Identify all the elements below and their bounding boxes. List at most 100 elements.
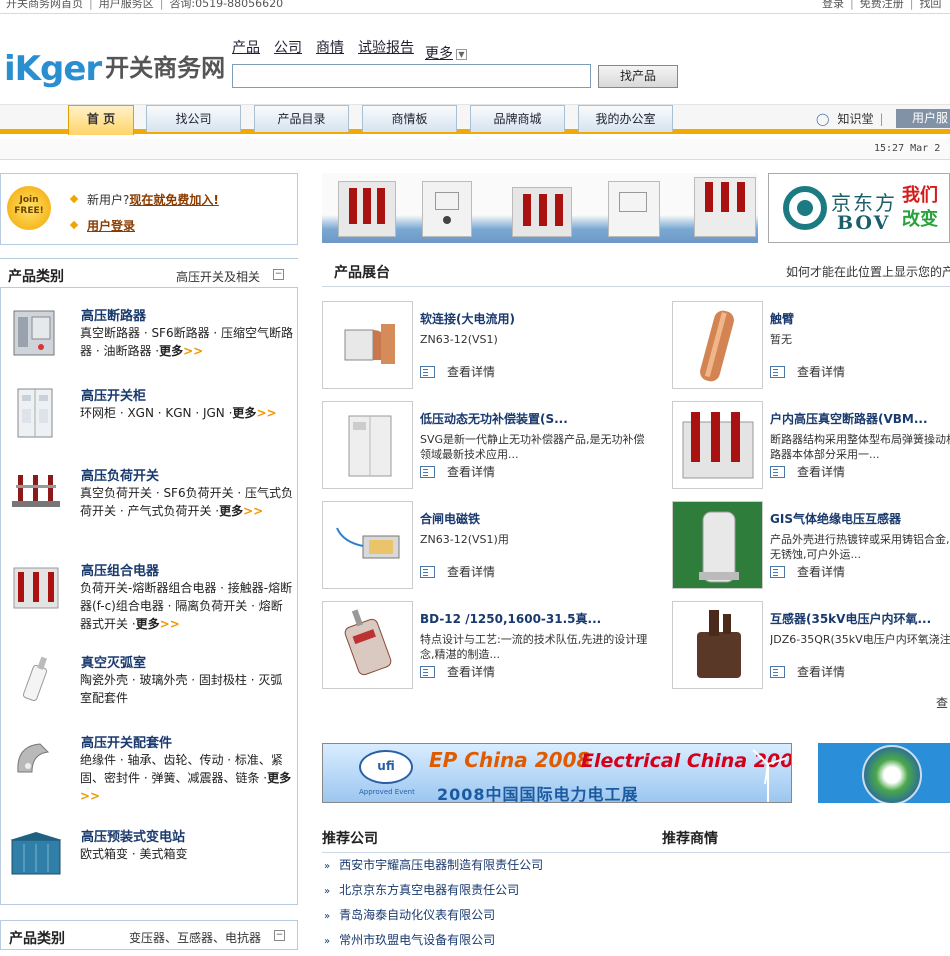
product-thumbnail[interactable] — [322, 301, 413, 389]
search-tab-news[interactable]: 商情 — [316, 40, 344, 56]
search-more[interactable]: 更多 ▼ — [425, 43, 467, 63]
see-more-link[interactable]: 查 — [936, 694, 948, 711]
product-thumbnail[interactable] — [672, 601, 763, 689]
more-link[interactable]: 更多 — [136, 617, 160, 631]
view-details-link[interactable]: 查看详情 — [770, 663, 845, 680]
nav-tab-companies[interactable]: 找公司 — [146, 105, 241, 132]
recover-link[interactable]: 找回 — [919, 0, 941, 10]
globe-banner[interactable] — [818, 743, 950, 803]
category-item-title[interactable]: 高压预装式变电站 — [81, 826, 185, 845]
view-details-link[interactable]: 查看详情 — [420, 563, 495, 580]
category-item-links: 真空断路器 · SF6断路器 · 压缩空气断路器 · 油断路器 ·更多>> — [80, 324, 294, 360]
company-link[interactable]: 北京京东方真空电器有限责任公司 — [339, 883, 519, 897]
company-link[interactable]: 西安市宇耀高压电器制造有限责任公司 — [339, 858, 543, 872]
product-title[interactable]: 互感器(35kV电压户内环氧... — [770, 610, 931, 627]
category-item-links: 欧式箱变 · 美式箱变 — [80, 845, 294, 863]
category-item-links: 陶瓷外壳 · 玻璃外壳 · 固封极柱 · 灭弧室配套件 — [80, 671, 294, 707]
divider — [322, 852, 950, 853]
category-item-title[interactable]: 高压开关柜 — [81, 385, 146, 404]
category-item-title[interactable]: 高压负荷开关 — [81, 465, 159, 484]
substation-image — [10, 832, 62, 875]
more-link[interactable]: 更多 — [159, 344, 183, 358]
category-links-text[interactable]: 欧式箱变 · 美式箱变 — [80, 847, 187, 861]
user-login-link[interactable]: 用户登录 — [87, 219, 135, 233]
compensation-cabinet-image — [348, 415, 392, 477]
search-tab-product[interactable]: 产品 — [232, 40, 260, 56]
category-item-title[interactable]: 高压断路器 — [81, 305, 146, 324]
view-details-label: 查看详情 — [447, 465, 496, 479]
category-links-text[interactable]: 环网柜 · XGN · KGN · JGN · — [80, 406, 232, 420]
user-center-button[interactable]: 用户服 — [896, 109, 950, 128]
find-product-button[interactable]: 找产品 — [598, 65, 678, 88]
category-item: 高压预装式变电站 欧式箱变 · 美式箱变 — [0, 826, 298, 886]
view-details-link[interactable]: 查看详情 — [420, 663, 495, 680]
product-showcase-hint[interactable]: 如何才能在此位置上显示您的产 — [786, 263, 950, 280]
product-title[interactable]: 户内高压真空断路器(VBM... — [770, 410, 928, 427]
product-thumbnail[interactable] — [322, 501, 413, 589]
view-details-link[interactable]: 查看详情 — [770, 563, 845, 580]
more-link[interactable]: 更多 — [267, 771, 291, 785]
double-arrow-icon: >> — [159, 617, 180, 631]
collapse-icon[interactable]: − — [273, 269, 284, 280]
view-details-link[interactable]: 查看详情 — [770, 363, 845, 380]
nav-tab-catalog[interactable]: 产品目录 — [254, 105, 349, 132]
collapse-icon[interactable]: − — [274, 930, 285, 941]
product-title[interactable]: BD-12 /1250,1600-31.5真... — [420, 610, 601, 627]
bov-banner[interactable]: 京东方 BOV 我们 改变 — [768, 173, 950, 243]
home-link[interactable]: 开关商务网首页 — [6, 0, 83, 10]
view-details-link[interactable]: 查看详情 — [420, 363, 495, 380]
join-now-link[interactable]: 现在就免费加入! — [129, 193, 218, 207]
category-links-text[interactable]: 绝缘件 · 轴承、齿轮、传动 · 标准、紧固、密封件 · 弹簧、减震器、链条 · — [80, 753, 283, 785]
product-title[interactable]: 触臂 — [770, 310, 794, 327]
view-details-label: 查看详情 — [447, 365, 496, 379]
expo-banner[interactable]: ufi Approved Event EP China 2008 Electri… — [322, 743, 792, 803]
product-thumbnail[interactable] — [322, 601, 413, 689]
product-card: 户内高压真空断路器(VBM... 断路器结构采用整体型布局弹簧操动机构与断路器本… — [672, 401, 950, 489]
product-card: 软连接(大电流用) ZN63-12(VS1) 查看详情 — [322, 301, 652, 389]
search-input[interactable] — [232, 64, 591, 88]
join-free-badge[interactable]: Join FREE! — [7, 186, 51, 230]
category-links-text[interactable]: 陶瓷外壳 · 玻璃外壳 · 固封极柱 · 灭弧室配套件 — [80, 673, 282, 705]
product-thumbnail[interactable] — [672, 501, 763, 589]
product-title[interactable]: 合闸电磁铁 — [420, 510, 480, 527]
view-details-link[interactable]: 查看详情 — [770, 463, 845, 480]
category-item: 高压断路器 真空断路器 · SF6断路器 · 压缩空气断路器 · 油断路器 ·更… — [0, 305, 298, 385]
vacuum-bottle-image — [344, 609, 392, 676]
recommended-news-title: 推荐商情 — [662, 831, 718, 847]
banner-product-image — [422, 181, 472, 237]
arrow-bullet-icon: » — [324, 861, 331, 872]
view-details-link[interactable]: 查看详情 — [420, 463, 495, 480]
more-link[interactable]: 更多 — [232, 406, 256, 420]
category-links-text[interactable]: 负荷开关-熔断器组合电器 · 接触器-熔断器(f-c)组合电器 · 隔离负荷开关… — [80, 581, 292, 631]
user-service-link[interactable]: 用户服务区 — [99, 0, 154, 10]
search-tab-report[interactable]: 试验报告 — [358, 40, 414, 56]
site-logo[interactable]: iKger 开关商务网 — [4, 48, 225, 89]
knowledge-link[interactable]: ◯ 知识堂 | — [816, 110, 890, 127]
nav-tab-news[interactable]: 商情板 — [362, 105, 457, 132]
product-title[interactable]: GIS气体绝缘电压互感器 — [770, 510, 901, 527]
product-title[interactable]: 软连接(大电流用) — [420, 310, 515, 327]
main-nav: 首 页 找公司 产品目录 商情板 品牌商城 我的办公室 ◯ 知识堂 | 用户服 — [0, 104, 950, 135]
company-link[interactable]: 常州市玖盟电气设备有限公司 — [339, 933, 495, 947]
category-item-title[interactable]: 真空灭弧室 — [81, 652, 146, 671]
nav-tab-home[interactable]: 首 页 — [68, 105, 134, 135]
more-link[interactable]: 更多 — [219, 504, 243, 518]
document-icon — [420, 566, 435, 578]
product-desc: SVG是新一代静止无功补偿器产品,是无功补偿领域最新技术应用... — [420, 433, 645, 461]
category-item-title[interactable]: 高压组合电器 — [81, 560, 159, 579]
login-link[interactable]: 登录 — [822, 0, 844, 10]
banner-product-image — [338, 181, 396, 237]
bov-slogan-1: 我们 — [902, 185, 938, 206]
category-item-title[interactable]: 高压开关配套件 — [81, 732, 172, 751]
product-thumbnail[interactable] — [672, 301, 763, 389]
product-thumbnail[interactable] — [672, 401, 763, 489]
register-link[interactable]: 免费注册 — [860, 0, 904, 10]
nav-tab-office[interactable]: 我的办公室 — [578, 105, 673, 132]
search-tab-company[interactable]: 公司 — [274, 40, 302, 56]
product-title[interactable]: 低压动态无功补偿装置(S... — [420, 410, 568, 427]
company-link[interactable]: 青岛海泰自动化仪表有限公司 — [339, 908, 495, 922]
nav-tab-brand-mall[interactable]: 品牌商城 — [470, 105, 565, 132]
switchgear-banner[interactable] — [322, 173, 758, 243]
diamond-bullet-icon — [69, 194, 79, 204]
product-thumbnail[interactable] — [322, 401, 413, 489]
